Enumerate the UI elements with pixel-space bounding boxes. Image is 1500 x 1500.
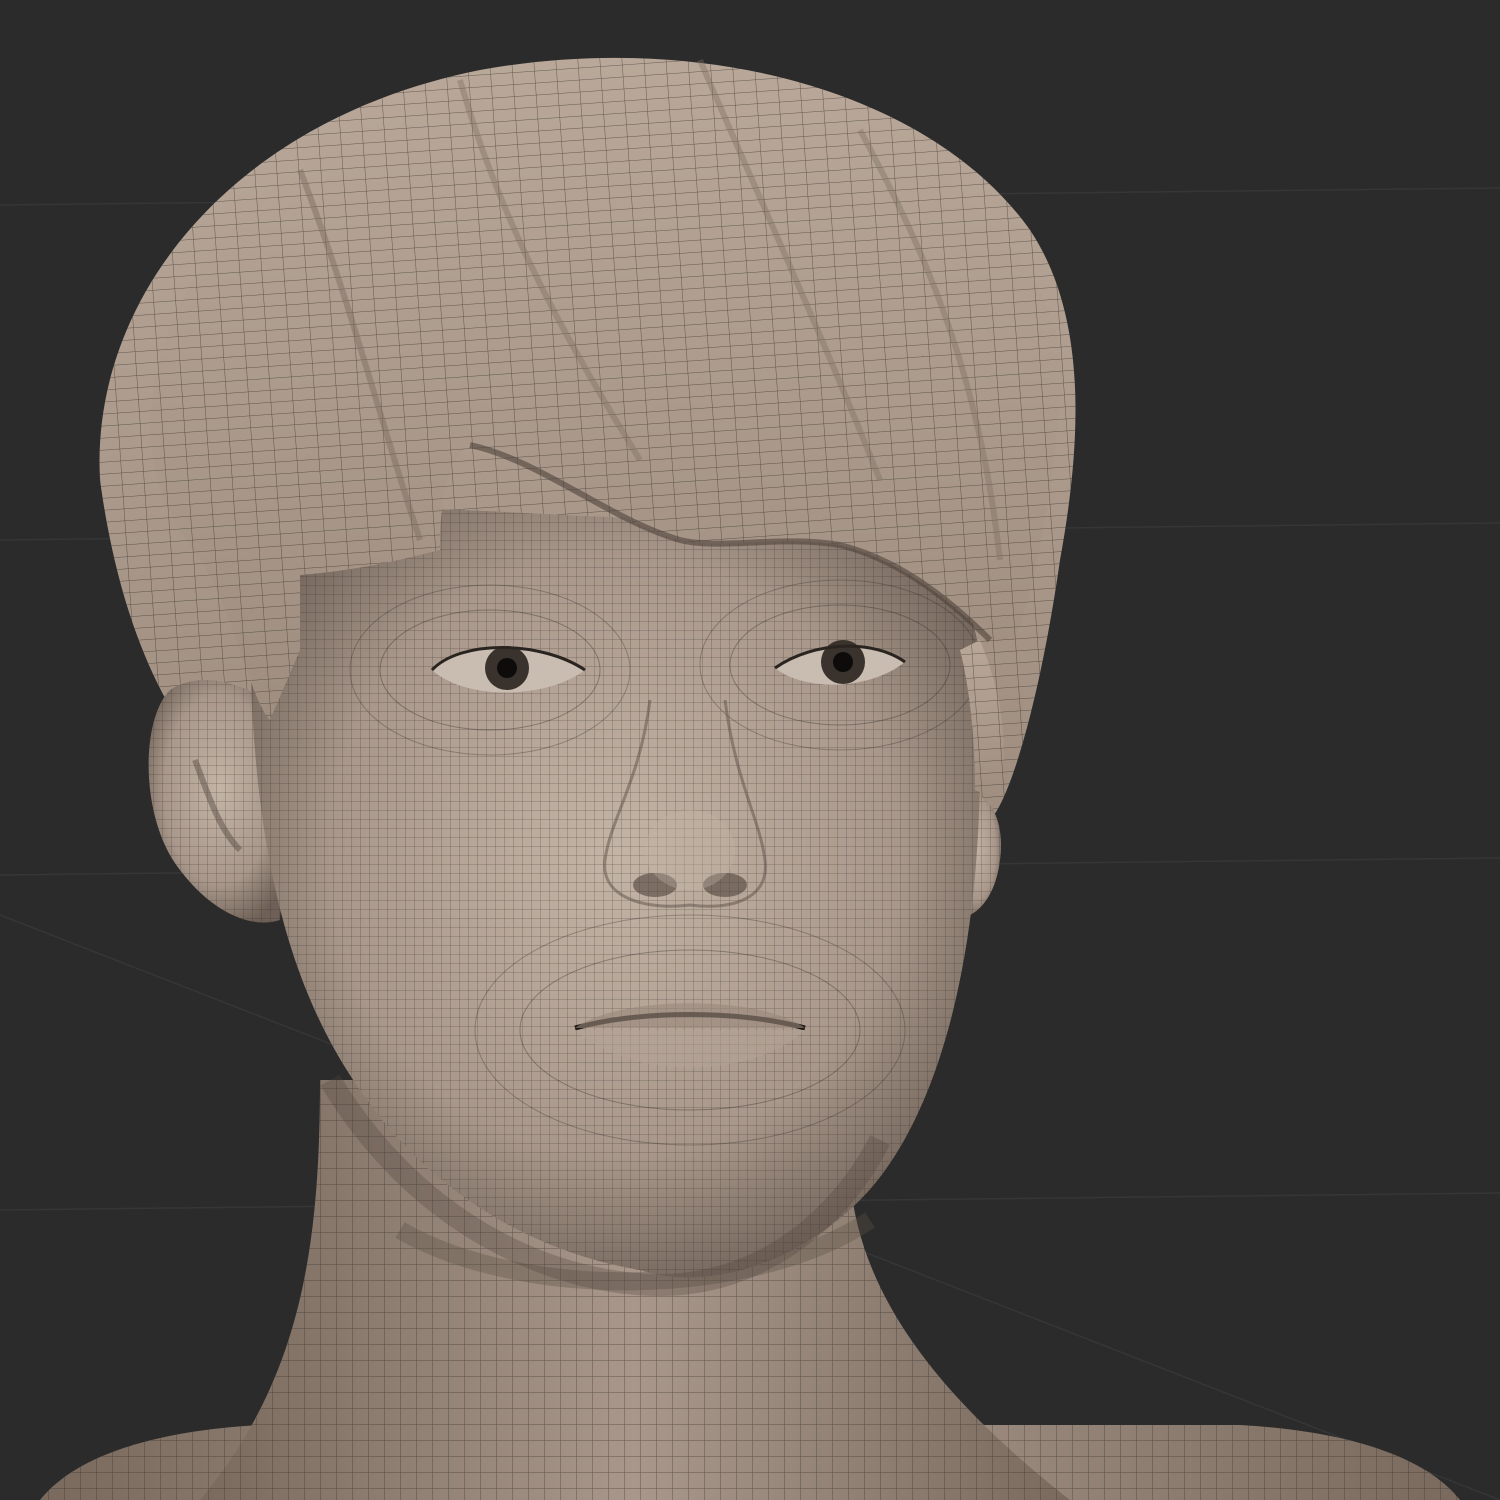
viewport-3d[interactable] [0, 0, 1500, 1500]
viewport-canvas[interactable] [0, 0, 1500, 1500]
